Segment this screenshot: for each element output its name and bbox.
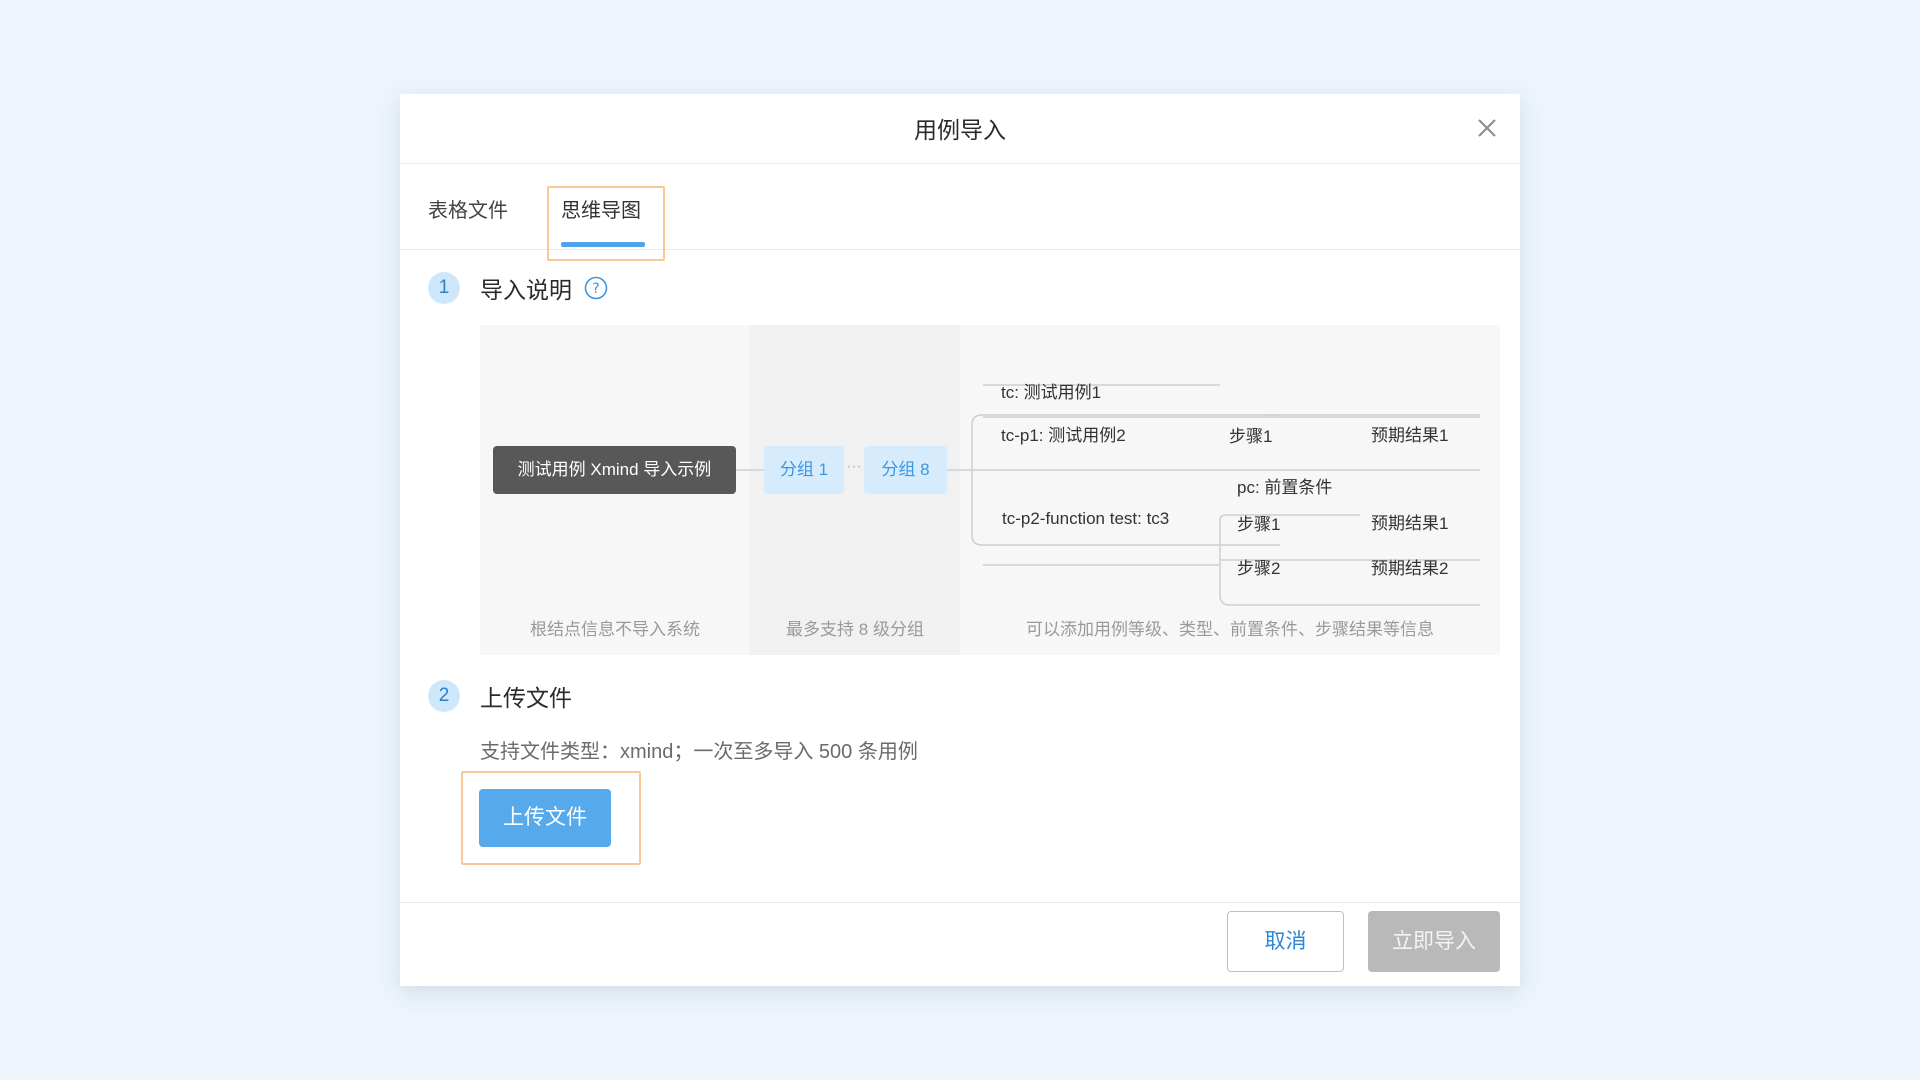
step-number-badge: 1 (428, 272, 460, 304)
step-node: 步骤1 (1229, 427, 1273, 446)
section-upload-file: 2 上传文件 (428, 679, 572, 713)
cancel-button[interactable]: 取消 (1227, 911, 1344, 972)
step-node: 步骤2 (1237, 559, 1281, 578)
group-node-1: 分组 1 (764, 446, 844, 494)
mindmap-example: 测试用例 Xmind 导入示例 分组 1 ··· 分组 8 tc: 测试用例1 … (480, 325, 1500, 655)
root-node: 测试用例 Xmind 导入示例 (493, 446, 736, 494)
upload-file-button[interactable]: 上传文件 (479, 789, 611, 847)
expected-result-node: 预期结果1 (1371, 426, 1449, 445)
tab-label: 表格文件 (428, 200, 508, 222)
upload-description: 支持文件类型：xmind；一次至多导入 500 条用例 (480, 741, 918, 763)
step-number-badge: 2 (428, 680, 460, 712)
case-node-1: tc: 测试用例1 (1001, 383, 1102, 402)
expected-result-node: 预期结果2 (1371, 559, 1449, 578)
section-title: 上传文件 (480, 685, 572, 711)
step-node: 步骤1 (1237, 515, 1281, 534)
help-circle-icon[interactable]: ? (584, 276, 608, 300)
precondition-node: pc: 前置条件 (1237, 478, 1333, 497)
case-node-3: tc-p2-function test: tc3 (1002, 509, 1170, 528)
section-import-instructions: 1 导入说明 ? (428, 271, 608, 305)
group-node-8: 分组 8 (864, 446, 947, 494)
ellipsis: ··· (846, 458, 862, 475)
expected-result-node: 预期结果1 (1371, 514, 1449, 533)
case-node-2: tc-p1: 测试用例2 (1001, 426, 1126, 445)
caption-groups: 最多支持 8 级分组 (786, 620, 924, 639)
active-tab-indicator (561, 242, 645, 247)
import-tabs: 表格文件 思维导图 (400, 164, 1520, 250)
close-icon (1478, 119, 1496, 137)
caption-cases: 可以添加用例等级、类型、前置条件、步骤结果等信息 (1026, 620, 1434, 639)
dialog-header: 用例导入 (400, 94, 1520, 164)
section-title: 导入说明 (480, 277, 572, 303)
caption-root: 根结点信息不导入系统 (530, 620, 700, 639)
close-button[interactable] (1472, 113, 1502, 143)
dialog-title: 用例导入 (914, 117, 1006, 143)
svg-text:?: ? (592, 281, 599, 297)
dialog-footer: 取消 立即导入 (400, 902, 1520, 986)
import-now-button[interactable]: 立即导入 (1368, 911, 1500, 972)
import-dialog: 用例导入 表格文件 思维导图 1 导入说明 ? 测试用例 Xmind 导入示例 … (400, 94, 1520, 986)
tab-label: 思维导图 (561, 200, 641, 222)
